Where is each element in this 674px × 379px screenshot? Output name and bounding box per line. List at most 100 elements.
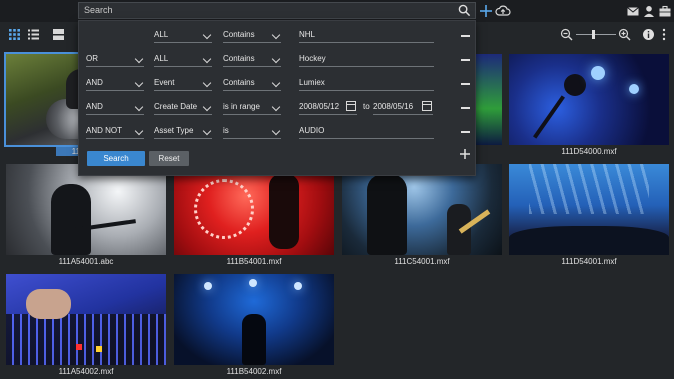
chevron-down-icon [202,54,212,64]
chevron-down-icon [271,78,281,88]
chevron-down-icon [202,30,212,40]
condition-dropdown[interactable]: is [223,123,281,139]
asset-name: 111D54000.mxf [561,147,617,156]
remove-icon[interactable] [461,107,470,109]
cloud-upload-icon[interactable] [495,4,511,18]
search-input[interactable]: Search [78,2,476,19]
mail-icon[interactable] [626,4,640,18]
performer-silhouette [242,314,266,365]
asset-thumbnail[interactable] [6,274,166,365]
add-filter-icon[interactable] [459,148,471,160]
info-icon[interactable] [642,28,655,41]
spotlight [249,279,257,287]
calendar-icon[interactable] [346,101,356,111]
asset-name: 111D54001.mxf [561,257,617,266]
mixer-light [96,346,102,352]
reset-button[interactable]: Reset [149,151,189,166]
condition-value: is [223,126,229,135]
zoom-slider-handle[interactable] [592,30,595,39]
condition-value: Contains [223,54,255,63]
operator-dropdown[interactable]: AND [86,75,144,91]
condition-value: is in range [223,102,260,111]
field-dropdown[interactable]: ALL [154,51,212,67]
remove-icon[interactable] [461,131,470,133]
operator-dropdown[interactable]: OR [86,51,144,67]
mic-stand-shape [533,95,565,139]
spotlight [294,282,302,290]
filter-row: ALL Contains NHL [79,27,477,47]
chevron-down-icon [134,78,144,88]
remove-icon[interactable] [461,35,470,37]
operator-dropdown[interactable]: AND NOT [86,123,144,139]
asset-name: 111B54002.mxf [226,367,282,376]
asset-thumbnail[interactable] [509,164,669,255]
calendar-icon[interactable] [422,101,432,111]
value-input[interactable]: Lumiex [299,75,434,91]
field-value: Create Date [154,102,198,111]
hand-shape [26,289,71,319]
condition-dropdown[interactable]: Contains [223,27,281,43]
zoom-slider[interactable] [576,30,616,39]
asset-name: 111C54001.mxf [394,257,450,266]
field-dropdown[interactable]: Create Date [154,99,212,115]
field-dropdown[interactable]: Event [154,75,212,91]
grid-view-icon[interactable] [8,28,21,41]
chevron-down-icon [134,126,144,136]
light-ring [194,179,254,239]
spotlight [629,84,639,94]
chevron-down-icon [271,54,281,64]
asset-name: 111A54001.abc [58,257,114,266]
advanced-search-panel: ALL Contains NHL OR ALL Contains Hockey … [78,20,476,176]
value-input[interactable]: AUDIO [299,123,434,139]
guitarist-silhouette [51,184,91,255]
field-value: Event [154,78,175,87]
chevron-down-icon [134,54,144,64]
spotlight [204,282,212,290]
more-icon[interactable] [660,28,668,41]
date-from-value: 2008/05/12 [299,102,340,111]
asset-thumbnail[interactable] [342,164,502,255]
chevron-down-icon [271,126,281,136]
field-dropdown[interactable]: ALL [154,27,212,43]
strip-view-icon[interactable] [52,28,65,41]
list-view-icon[interactable] [27,28,40,41]
remove-icon[interactable] [461,59,470,61]
value-input[interactable]: NHL [299,27,434,43]
condition-value: Contains [223,78,255,87]
date-to-input[interactable]: 2008/05/16 [373,99,433,115]
add-icon[interactable] [479,4,493,18]
date-from-input[interactable]: 2008/05/12 [299,99,357,115]
chevron-down-icon [271,102,281,112]
filter-row: OR ALL Contains Hockey [79,51,477,71]
chevron-down-icon [134,102,144,112]
filter-row: AND Create Date is in range 2008/05/12 t… [79,99,477,119]
user-icon[interactable] [642,4,656,18]
operator-dropdown[interactable]: AND [86,99,144,115]
asset-name: 111B54001.mxf [226,257,282,266]
search-button[interactable]: Search [87,151,145,166]
value-input[interactable]: Hockey [299,51,434,67]
field-value: Asset Type [154,126,194,135]
asset-thumbnail[interactable] [174,164,334,255]
briefcase-icon[interactable] [658,4,672,18]
search-icon[interactable] [458,4,471,17]
operator-value: OR [86,54,98,63]
asset-thumbnail[interactable] [174,274,334,365]
top-bar: Search [0,0,674,22]
condition-dropdown[interactable]: is in range [223,99,281,115]
filter-row: AND NOT Asset Type is AUDIO [79,123,477,143]
zoom-out-icon[interactable] [560,28,573,41]
condition-dropdown[interactable]: Contains [223,51,281,67]
date-to-value: 2008/05/16 [373,102,414,111]
zoom-in-icon[interactable] [618,28,631,41]
field-dropdown[interactable]: Asset Type [154,123,212,139]
asset-thumbnail[interactable] [509,54,669,145]
field-value: ALL [154,54,169,63]
condition-dropdown[interactable]: Contains [223,75,281,91]
remove-icon[interactable] [461,83,470,85]
singer-silhouette [367,174,407,255]
dancer-silhouette [269,174,299,249]
asset-thumbnail[interactable] [6,164,166,255]
range-separator: to [363,102,370,111]
asset-thumbnail-partial[interactable] [476,54,502,145]
